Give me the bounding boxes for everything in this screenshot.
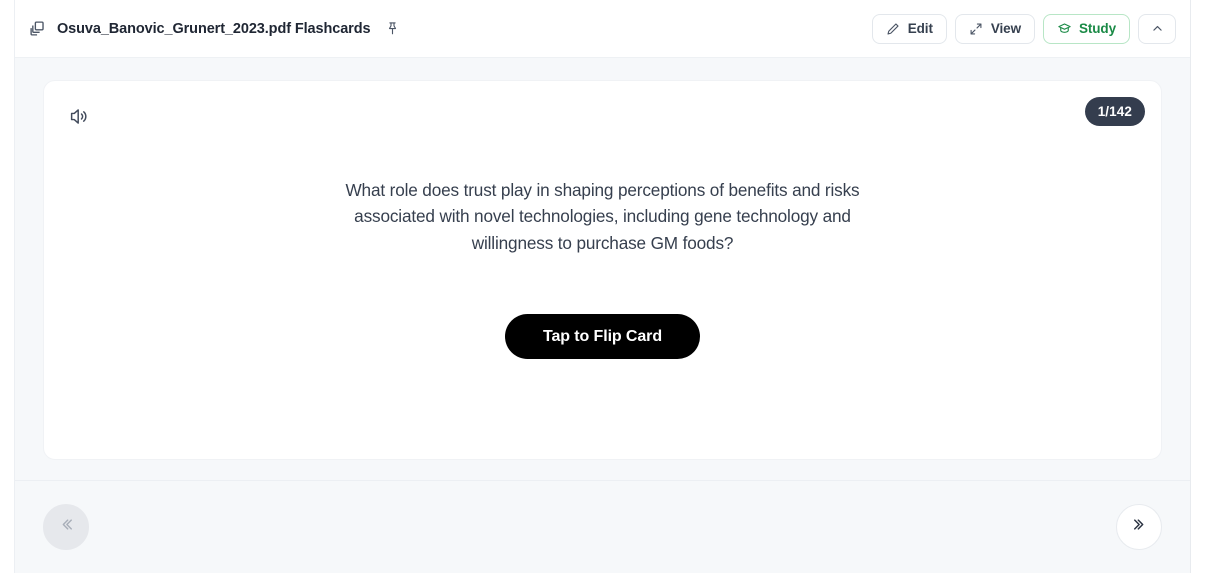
graduation-cap-icon bbox=[1057, 21, 1072, 36]
panel-header: Osuva_Banovic_Grunert_2023.pdf Flashcard… bbox=[15, 0, 1190, 58]
header-actions: Edit View Study bbox=[871, 13, 1176, 44]
flashcard-content: What role does trust play in shaping per… bbox=[44, 177, 1161, 364]
edit-button[interactable]: Edit bbox=[871, 13, 947, 44]
pencil-icon bbox=[886, 21, 901, 36]
study-button[interactable]: Study bbox=[1042, 13, 1130, 44]
speaker-volume-icon[interactable] bbox=[65, 102, 93, 130]
next-card-button[interactable] bbox=[1116, 504, 1162, 550]
view-button[interactable]: View bbox=[954, 13, 1035, 44]
flashcard[interactable]: 1/142 What role does trust play in shapi… bbox=[43, 80, 1162, 460]
chevron-up-icon bbox=[1150, 22, 1164, 36]
pushpin-icon[interactable] bbox=[383, 20, 401, 38]
study-button-label: Study bbox=[1078, 21, 1116, 36]
expand-arrows-icon bbox=[969, 21, 984, 36]
view-button-label: View bbox=[990, 21, 1021, 36]
flashcards-app-window: Osuva_Banovic_Grunert_2023.pdf Flashcard… bbox=[0, 0, 1205, 573]
previous-card-button[interactable] bbox=[43, 504, 89, 550]
card-navigation-footer bbox=[15, 480, 1190, 573]
header-left-group: Osuva_Banovic_Grunert_2023.pdf Flashcard… bbox=[27, 19, 872, 39]
edit-button-label: Edit bbox=[907, 21, 933, 36]
card-counter-badge: 1/142 bbox=[1084, 97, 1145, 126]
flashcard-area: 1/142 What role does trust play in shapi… bbox=[15, 58, 1190, 480]
page-title: Osuva_Banovic_Grunert_2023.pdf Flashcard… bbox=[57, 20, 371, 37]
chevron-double-right-icon bbox=[1130, 515, 1149, 539]
flashcard-question: What role does trust play in shaping per… bbox=[345, 179, 860, 253]
flashcards-panel: Osuva_Banovic_Grunert_2023.pdf Flashcard… bbox=[14, 0, 1191, 573]
copy-layers-icon bbox=[27, 19, 47, 39]
chevron-double-left-icon bbox=[57, 515, 76, 539]
collapse-panel-button[interactable] bbox=[1138, 13, 1176, 44]
flip-card-button[interactable]: Tap to Flip Card bbox=[505, 314, 700, 360]
